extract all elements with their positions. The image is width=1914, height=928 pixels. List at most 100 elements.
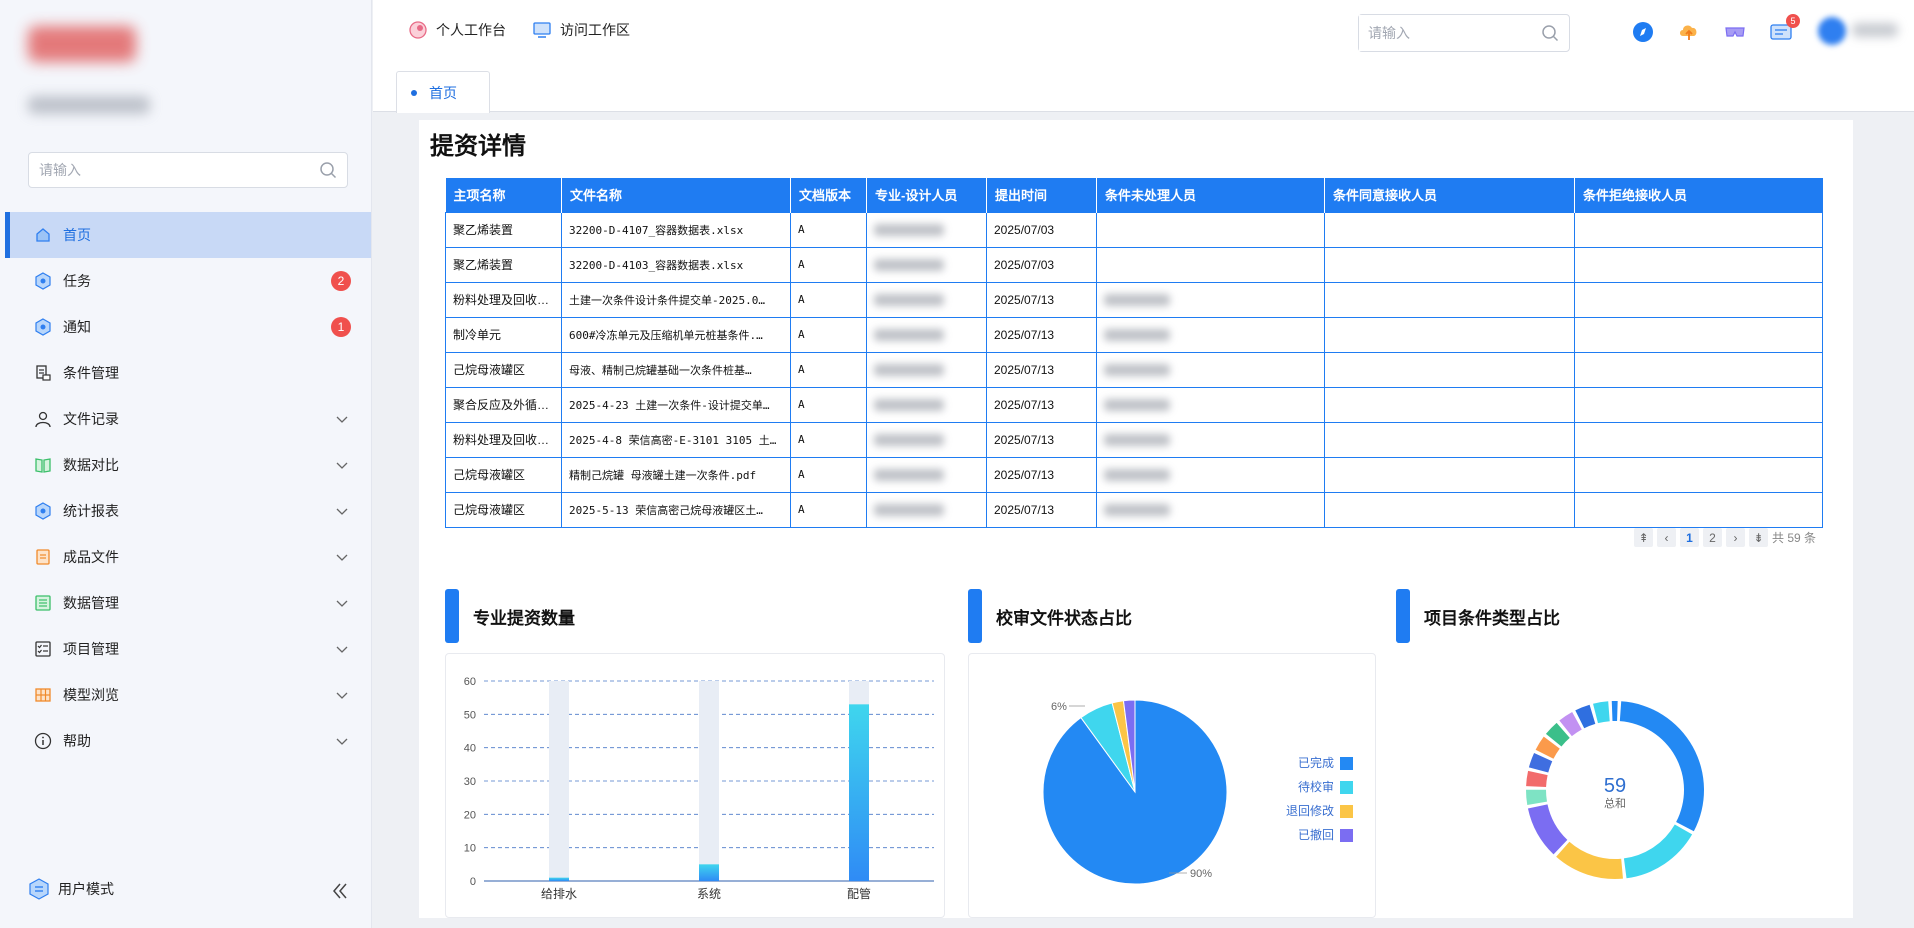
section-title-bar-chart: 专业提资数量 <box>445 589 575 643</box>
upload-icon[interactable] <box>1676 19 1702 45</box>
sidebar-search[interactable] <box>28 152 348 188</box>
chevron-down-icon[interactable] <box>335 458 349 472</box>
sidebar-item-condition[interactable]: 条件管理 <box>5 350 371 396</box>
table-cell: A <box>790 316 867 353</box>
sidebar-item-product-file[interactable]: 成品文件 <box>5 534 371 580</box>
user-avatar[interactable] <box>1814 13 1904 49</box>
nav-personal-workspace[interactable]: 个人工作台 <box>408 20 506 40</box>
table-row[interactable]: 粉料处理及回收… 2025-4-8 荣信高密-E-3101 3105 土… A 202… <box>445 421 1823 458</box>
table-cell: 2025/07/13 <box>986 386 1097 423</box>
sidebar-item-notice[interactable]: 通知 1 <box>5 304 371 350</box>
y-tick-label: 30 <box>464 776 476 788</box>
data-icon <box>33 593 53 613</box>
table-row[interactable]: 己烷母液罐区 母液、精制己烷罐基础一次条件桩基… A 2025/07/13 <box>445 351 1823 388</box>
table-header-cell: 文件名称 <box>561 178 791 212</box>
table-cell: 2025/07/13 <box>986 491 1097 528</box>
table-cell: 聚合反应及外循… <box>445 386 562 423</box>
top-search[interactable] <box>1358 14 1570 52</box>
tab-bar: 首页 <box>373 64 1914 113</box>
table-cell <box>866 421 987 458</box>
sidebar-item-file-record[interactable]: 文件记录 <box>5 396 371 442</box>
page-1-button[interactable]: 1 <box>1680 528 1699 547</box>
sidebar-item-label: 通知 <box>63 319 91 335</box>
section-title-donut-chart: 项目条件类型占比 <box>1396 589 1560 643</box>
chevron-down-icon[interactable] <box>335 688 349 702</box>
redacted-name <box>1104 294 1170 307</box>
chevron-down-icon[interactable] <box>335 550 349 564</box>
info-icon <box>33 731 53 751</box>
bar-chart: 0 10 20 30 40 50 60 给排水 系统 配管 <box>464 676 934 901</box>
table-cell: 己烷母液罐区 <box>445 456 562 493</box>
table-row[interactable]: 粉料处理及回收… 土建一次条件设计条件提交单-2025.0… A 2025/07/13 <box>445 281 1823 318</box>
table-row[interactable]: 己烷母液罐区 2025-5-13 荣信高密己烷母液罐区土… A 2025/07/13 <box>445 491 1823 528</box>
redacted-name <box>1104 504 1170 517</box>
donut-center-value: 59 <box>1604 775 1626 797</box>
sidebar-item-data-manage[interactable]: 数据管理 <box>5 580 371 626</box>
table-cell <box>1096 386 1325 423</box>
top-icons: 5 <box>1630 14 1800 45</box>
message-count-badge: 5 <box>1786 14 1800 28</box>
user-mode-toggle[interactable]: 用户模式 <box>28 878 114 900</box>
search-icon[interactable] <box>319 161 337 179</box>
collapse-sidebar-icon[interactable] <box>330 881 350 901</box>
table-cell: 32200-D-4103_容器数据表.xlsx <box>561 246 791 283</box>
table-row[interactable]: 聚合反应及外循… 2025-4-23 土建一次条件-设计提交单… A 2025/07/… <box>445 386 1823 423</box>
table-cell <box>1574 281 1823 318</box>
top-search-input[interactable] <box>1359 15 1529 51</box>
chevron-down-icon[interactable] <box>335 504 349 518</box>
redacted-name <box>874 434 944 447</box>
logo <box>28 26 136 62</box>
chevron-down-icon[interactable] <box>335 734 349 748</box>
sidebar-item-model-browse[interactable]: 模型浏览 <box>5 672 371 718</box>
table-row[interactable]: 己烷母液罐区 精制己烷罐 母液罐土建一次条件.pdf A 2025/07/13 <box>445 456 1823 493</box>
table-cell <box>1096 351 1325 388</box>
table-row[interactable]: 聚乙烯装置 32200-D-4107_容器数据表.xlsx A 2025/07/03 <box>445 211 1823 248</box>
y-tick-label: 10 <box>464 843 476 855</box>
bar-background <box>549 681 569 881</box>
table-cell <box>1096 491 1325 528</box>
last-page-button[interactable]: ⇟ <box>1749 528 1768 547</box>
chevron-down-icon[interactable] <box>335 642 349 656</box>
table-cell: A <box>790 281 867 318</box>
sidebar-item-report[interactable]: 统计报表 <box>5 488 371 534</box>
table-cell: A <box>790 246 867 283</box>
table-cell <box>866 316 987 353</box>
donut-slice <box>1556 841 1623 879</box>
nav-visit-workspace[interactable]: 访问工作区 <box>532 20 630 40</box>
redacted-name <box>1104 434 1170 447</box>
sidebar-item-home[interactable]: 首页 <box>5 212 371 258</box>
x-tick-label: 系统 <box>697 887 721 901</box>
table-row[interactable]: 聚乙烯装置 32200-D-4103_容器数据表.xlsx A 2025/07/03 <box>445 246 1823 283</box>
chevron-down-icon[interactable] <box>335 596 349 610</box>
nav-label: 访问工作区 <box>560 22 630 38</box>
legend-swatch <box>1340 829 1353 842</box>
sidebar-item-project-manage[interactable]: 项目管理 <box>5 626 371 672</box>
sidebar-search-input[interactable] <box>29 153 299 187</box>
table-cell: A <box>790 456 867 493</box>
legend-label: 待校审 <box>1298 779 1334 794</box>
compass-icon[interactable] <box>1630 19 1656 45</box>
sidebar-item-data-compare[interactable]: 数据对比 <box>5 442 371 488</box>
first-page-button[interactable]: ⇞ <box>1634 528 1653 547</box>
redacted-name <box>1104 399 1170 412</box>
table-cell <box>1324 456 1575 493</box>
chevron-down-icon[interactable] <box>335 412 349 426</box>
sidebar-item-task[interactable]: 任务 2 <box>5 258 371 304</box>
message-icon[interactable]: 5 <box>1768 14 1800 45</box>
redacted-name <box>1104 329 1170 342</box>
tab-home[interactable]: 首页 <box>396 71 490 113</box>
table-row[interactable]: 制冷单元 600#冷冻单元及压缩机单元桩基条件.… A 2025/07/13 <box>445 316 1823 353</box>
table-cell: 2025/07/03 <box>986 211 1097 248</box>
legend-swatch <box>1340 757 1353 770</box>
next-page-button[interactable]: › <box>1726 528 1745 547</box>
bar-配管 <box>849 704 869 881</box>
glasses-icon[interactable] <box>1722 19 1748 45</box>
table-cell: 2025/07/13 <box>986 456 1097 493</box>
sidebar-item-help[interactable]: 帮助 <box>5 718 371 764</box>
user-mode-label: 用户模式 <box>58 881 114 897</box>
table-cell: 600#冷冻单元及压缩机单元桩基条件.… <box>561 316 791 353</box>
table-cell <box>866 281 987 318</box>
page-2-button[interactable]: 2 <box>1703 528 1722 547</box>
prev-page-button[interactable]: ‹ <box>1657 528 1676 547</box>
search-icon[interactable] <box>1541 24 1559 42</box>
